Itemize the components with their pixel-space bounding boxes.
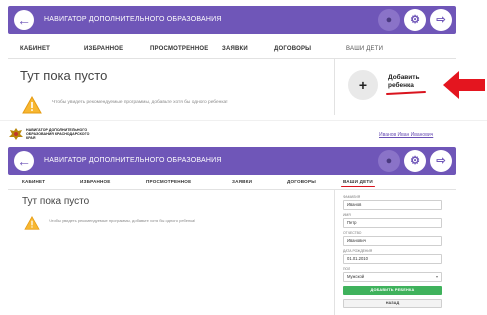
name-label: ИМЯ (343, 213, 351, 217)
tab-contracts[interactable]: ДОГОВОРЫ (274, 46, 311, 52)
back-button-2[interactable]: ← (14, 151, 34, 171)
user-icon: ● (385, 14, 393, 26)
logout-icon: ⇨ (436, 155, 446, 167)
sidebar-divider (334, 58, 335, 115)
settings-icon: ⚙ (410, 14, 420, 26)
bottom-navbar: ← НАВИГАТОР ДОПОЛНИТЕЛЬНОГО ОБРАЗОВАНИЯ … (8, 147, 456, 175)
empty-note: Чтобы увидеть рекомендуемые программы, д… (52, 100, 228, 105)
form-divider (334, 189, 335, 315)
tab-active-underline (341, 186, 375, 188)
empty-title-2: Тут пока пусто (22, 196, 90, 207)
tabs-divider (8, 58, 456, 59)
tabs-divider-2 (8, 189, 456, 190)
warning-icon (24, 216, 40, 230)
user-button-2[interactable]: ● (378, 150, 400, 172)
logout-button[interactable]: ⇨ (430, 9, 452, 31)
empty-note-2: Чтобы увидеть рекомендуемые программы, д… (49, 218, 196, 223)
tab-contracts-2[interactable]: ДОГОВОРЫ (287, 179, 316, 184)
surname-label: ФАМИЛИЯ (343, 195, 361, 199)
tab-your-children-2[interactable]: ВАШИ ДЕТИ (343, 179, 373, 184)
crest-logo (9, 128, 23, 140)
name-field[interactable]: Петр (343, 218, 442, 228)
arrow-left-icon: ← (17, 12, 31, 28)
red-arrow-icon (443, 71, 485, 99)
settings-icon: ⚙ (410, 155, 420, 167)
app-title: НАВИГАТОР ДОПОЛНИТЕЛЬНОГО ОБРАЗОВАНИЯ (44, 16, 222, 23)
profile-name-link[interactable]: Иванов Иван Иванович (379, 132, 433, 138)
add-child-underline (385, 90, 427, 96)
birthdate-label: ДАТА РОЖДЕНИЯ (343, 249, 373, 253)
tab-cabinet[interactable]: КАБИНЕТ (20, 46, 50, 52)
top-navbar: ← НАВИГАТОР ДОПОЛНИТЕЛЬНОГО ОБРАЗОВАНИЯ … (8, 6, 456, 34)
tab-viewed[interactable]: ПРОСМОТРЕННОЕ (150, 46, 208, 52)
settings-button[interactable]: ⚙ (404, 9, 426, 31)
logout-icon: ⇨ (436, 14, 446, 26)
birthdate-field[interactable]: 01.01.2010 (343, 254, 442, 264)
logout-button-2[interactable]: ⇨ (430, 150, 452, 172)
gender-label: ПОЛ (343, 267, 351, 271)
tab-your-children[interactable]: ВАШИ ДЕТИ (346, 46, 383, 52)
tab-applications[interactable]: ЗАЯВКИ (222, 46, 248, 52)
tab-cabinet-2[interactable]: КАБИНЕТ (22, 179, 45, 184)
app-title-2: НАВИГАТОР ДОПОЛНИТЕЛЬНОГО ОБРАЗОВАНИЯ (44, 157, 222, 164)
patronymic-field[interactable]: Иванович (343, 236, 442, 246)
tab-favorites[interactable]: ИЗБРАННОЕ (84, 46, 123, 52)
tab-viewed-2[interactable]: ПРОСМОТРЕННОЕ (146, 179, 191, 184)
chevron-down-icon: ▾ (435, 274, 438, 279)
surname-field[interactable]: Иванов (343, 200, 442, 210)
add-child-button[interactable]: + (348, 70, 378, 100)
back-form-button[interactable]: НАЗАД (343, 299, 442, 308)
add-child-submit-button[interactable]: ДОБАВИТЬ РЕБЕНКА (343, 286, 442, 295)
tab-favorites-2[interactable]: ИЗБРАННОЕ (80, 179, 111, 184)
empty-title: Тут пока пусто (20, 68, 108, 83)
warning-icon (22, 96, 42, 114)
screen-separator (0, 120, 487, 121)
settings-button-2[interactable]: ⚙ (404, 150, 426, 172)
user-icon: ● (385, 155, 393, 167)
patronymic-label: ОТЧЕСТВО (343, 231, 362, 235)
tab-applications-2[interactable]: ЗАЯВКИ (232, 179, 252, 184)
back-button[interactable]: ← (14, 10, 34, 30)
brand-name: НАВИГАТОР ДОПОЛНИТЕЛЬНОГО ОБРАЗОВАНИЯ КР… (26, 128, 90, 141)
arrow-left-icon: ← (17, 153, 31, 169)
plus-icon: + (358, 77, 368, 93)
add-child-label[interactable]: Добавить ребенка (388, 74, 419, 90)
user-button[interactable]: ● (378, 9, 400, 31)
gender-select[interactable]: Мужской ▾ (343, 272, 442, 282)
